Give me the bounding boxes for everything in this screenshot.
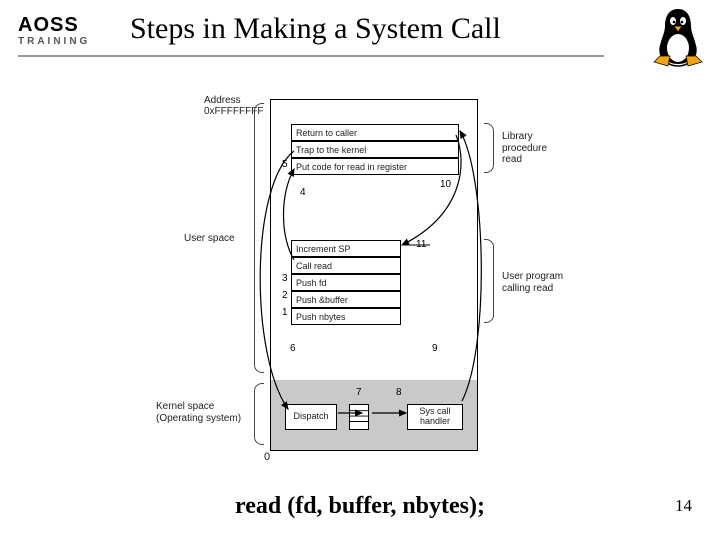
- step-2: 2: [282, 290, 288, 301]
- step-10: 10: [440, 179, 451, 190]
- kernel-space-label-line2: (Operating system): [156, 413, 241, 425]
- syscall-handler-box: Sys call handler: [407, 404, 463, 430]
- userprog-brace: [484, 239, 494, 323]
- slide-caption: read (fd, buffer, nbytes);: [0, 493, 720, 520]
- step-11: 11: [416, 239, 426, 250]
- step-7: 7: [356, 387, 362, 398]
- user-space-brace: [254, 103, 264, 373]
- step-8: 8: [396, 387, 402, 398]
- row-trap-to-kernel: Trap to the kernel: [291, 141, 459, 158]
- userprog-label: User program calling read: [502, 271, 563, 294]
- row-increment-sp: Increment SP: [291, 240, 401, 257]
- syscall-diagram: Address 0xFFFFFFFF Return to caller Trap…: [80, 95, 640, 465]
- page-number: 14: [675, 496, 692, 516]
- step-3: 3: [282, 273, 288, 284]
- row-put-code-in-register: Put code for read in register: [291, 158, 459, 175]
- title-rule: [18, 55, 604, 57]
- user-space-label: User space: [184, 233, 235, 245]
- kernel-space-label: Kernel space (Operating system): [156, 401, 241, 424]
- row-call-read: Call read: [291, 257, 401, 274]
- step-1: 1: [282, 307, 288, 318]
- step-6: 6: [290, 343, 296, 354]
- userprog-label-line1: User program: [502, 271, 563, 283]
- library-brace: [484, 123, 494, 173]
- address-label-line1: Address: [204, 95, 263, 106]
- library-label-line2: procedure: [502, 143, 547, 155]
- dispatch-table-box: [349, 404, 369, 430]
- slide-header: AOSS TRAINING Steps in Making a System C…: [0, 0, 720, 72]
- row-push-nbytes: Push nbytes: [291, 308, 401, 325]
- memory-box: Return to caller Trap to the kernel Put …: [270, 99, 478, 451]
- zero-label: 0: [264, 451, 270, 463]
- row-push-buffer: Push &buffer: [291, 291, 401, 308]
- row-push-fd: Push fd: [291, 274, 401, 291]
- step-5: 5: [282, 159, 288, 170]
- logo-sub: TRAINING: [18, 36, 90, 47]
- kernel-space-brace: [254, 383, 264, 445]
- logo-main: AOSS: [18, 14, 79, 37]
- dispatch-box: Dispatch: [285, 404, 337, 430]
- step-4: 4: [300, 187, 306, 198]
- library-label-line1: Library: [502, 131, 547, 143]
- step-9: 9: [432, 343, 438, 354]
- kernel-space-label-line1: Kernel space: [156, 401, 241, 413]
- tux-icon: [650, 6, 706, 68]
- userprog-label-line2: calling read: [502, 283, 563, 295]
- page-title: Steps in Making a System Call: [130, 12, 501, 46]
- library-label-line3: read: [502, 154, 547, 166]
- row-return-to-caller: Return to caller: [291, 124, 459, 141]
- library-label: Library procedure read: [502, 131, 547, 166]
